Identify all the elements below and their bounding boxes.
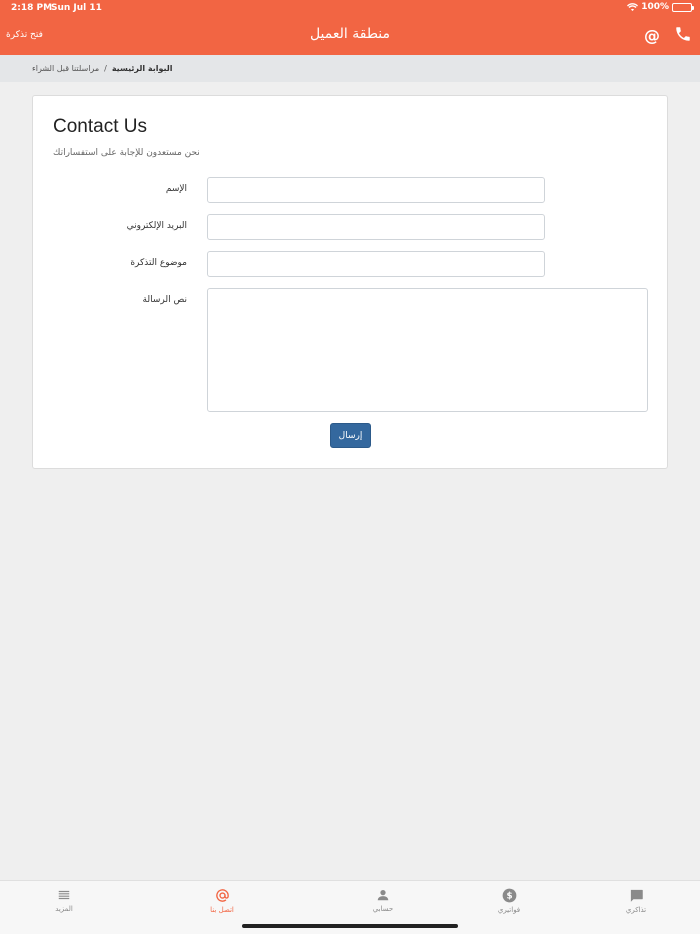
message-label: نص الرسالة bbox=[142, 295, 187, 305]
battery-percent: 100% bbox=[641, 2, 669, 12]
tab-label: اتصل بنا bbox=[210, 906, 234, 914]
tab-label: فواتيري bbox=[497, 906, 521, 914]
chat-icon bbox=[630, 889, 643, 902]
form-title: Contact Us bbox=[53, 116, 147, 137]
breadcrumb-bar: البوابة الرئيسية / مراسلتنا قبل الشراء bbox=[0, 55, 700, 82]
svg-text:$: $ bbox=[506, 892, 512, 902]
name-label: الإسم bbox=[165, 184, 187, 194]
wifi-icon bbox=[627, 2, 639, 11]
status-indicators: 100% bbox=[627, 2, 694, 12]
list-icon bbox=[58, 890, 70, 900]
tab-contact-us[interactable]: اتصل بنا bbox=[187, 888, 257, 914]
tab-label: حسابي bbox=[372, 905, 394, 913]
app-header: 2:18 PM Sun Jul 11 100% فتح تذكرة منطقة … bbox=[0, 0, 700, 55]
at-icon bbox=[215, 889, 229, 902]
breadcrumb: البوابة الرئيسية / مراسلتنا قبل الشراء bbox=[32, 64, 173, 73]
page-title: منطقة العميل bbox=[309, 26, 391, 42]
tab-label: المزيد bbox=[55, 905, 73, 913]
breadcrumb-home[interactable]: البوابة الرئيسية bbox=[112, 64, 173, 73]
tab-more[interactable]: المزيد bbox=[29, 888, 99, 913]
person-icon bbox=[377, 890, 389, 901]
tab-label: تذاكري bbox=[625, 906, 647, 914]
form-subtitle: نحن مستعدون للإجابة على استفساراتك bbox=[53, 148, 200, 158]
tab-invoices[interactable]: $ فواتيري bbox=[474, 888, 544, 914]
tab-account[interactable]: حسابي bbox=[348, 888, 418, 913]
message-textarea[interactable] bbox=[207, 288, 648, 412]
at-icon[interactable]: @ bbox=[644, 26, 660, 45]
name-field[interactable] bbox=[207, 177, 545, 203]
contact-form-card: Contact Us نحن مستعدون للإجابة على استفس… bbox=[32, 95, 668, 469]
email-label: البريد الإلكتروني bbox=[126, 221, 187, 231]
subject-field[interactable] bbox=[207, 251, 545, 277]
home-indicator bbox=[242, 924, 458, 928]
status-date: Sun Jul 11 bbox=[51, 3, 102, 13]
breadcrumb-separator: / bbox=[104, 64, 107, 73]
tab-tickets[interactable]: تذاكري bbox=[601, 888, 671, 914]
status-time: 2:18 PM bbox=[11, 3, 53, 13]
breadcrumb-current: مراسلتنا قبل الشراء bbox=[32, 64, 100, 73]
phone-icon[interactable] bbox=[674, 25, 692, 43]
battery-icon bbox=[672, 2, 694, 12]
subject-label: موضوع التذكرة bbox=[130, 258, 187, 268]
dollar-icon: $ bbox=[502, 888, 516, 903]
submit-button[interactable]: إرسال bbox=[330, 423, 371, 448]
email-field[interactable] bbox=[207, 214, 545, 240]
